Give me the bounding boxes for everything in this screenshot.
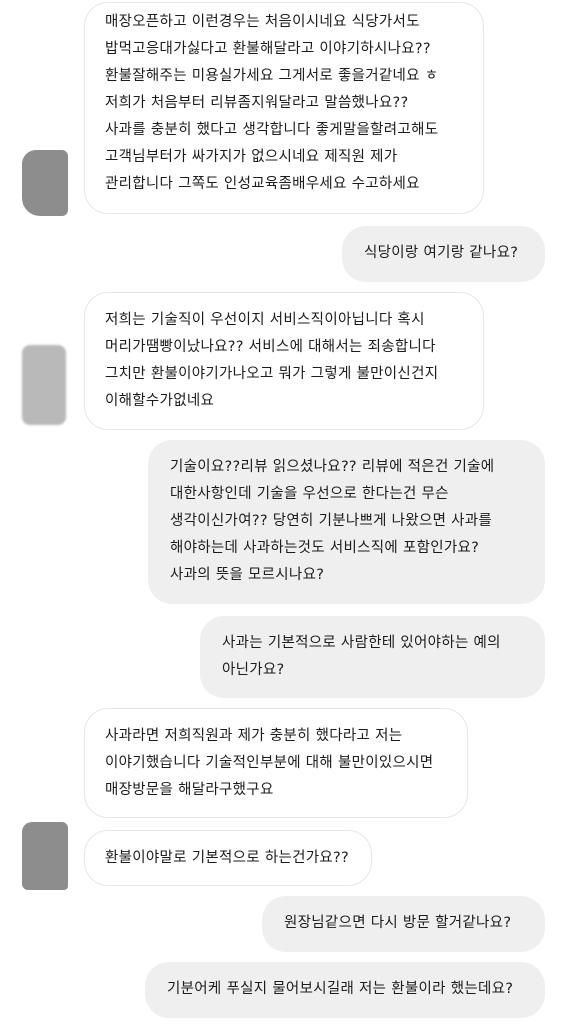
avatar[interactable] [22, 150, 68, 216]
message-bubble-outgoing[interactable]: 식당이랑 여기랑 같나요? [342, 226, 545, 282]
avatar[interactable] [22, 822, 68, 890]
message-bubble-incoming[interactable]: 매장오픈하고 이런경우는 처음이시네요 식당가서도 밥먹고응대가싫다고 환불해달… [84, 2, 484, 214]
message-bubble-outgoing[interactable]: 기술이요??리뷰 읽으셨나요?? 리뷰에 적은건 기술에 대한사항인데 기술을 … [148, 440, 545, 604]
message-bubble-outgoing[interactable]: 사과는 기본적으로 사람한테 있어야하는 예의 아닌가요? [200, 616, 545, 698]
message-bubble-incoming[interactable]: 환불이야말로 기본적으로 하는건가요?? [84, 830, 372, 886]
message-bubble-outgoing[interactable]: 원장님같으면 다시 방문 할거같나요? [262, 896, 545, 952]
message-bubble-outgoing[interactable]: 기분어케 푸실지 물어보시길래 저는 환불이라 했는데요? [145, 962, 545, 1018]
message-bubble-incoming[interactable]: 저희는 기술직이 우선이지 서비스직이아닙니다 혹시 머리가땜빵이났나요?? 서… [84, 292, 484, 430]
avatar[interactable] [22, 345, 66, 425]
message-bubble-incoming[interactable]: 사과라면 저희직원과 제가 충분히 했다라고 저는 이야기했습니다 기술적인부분… [84, 708, 468, 818]
